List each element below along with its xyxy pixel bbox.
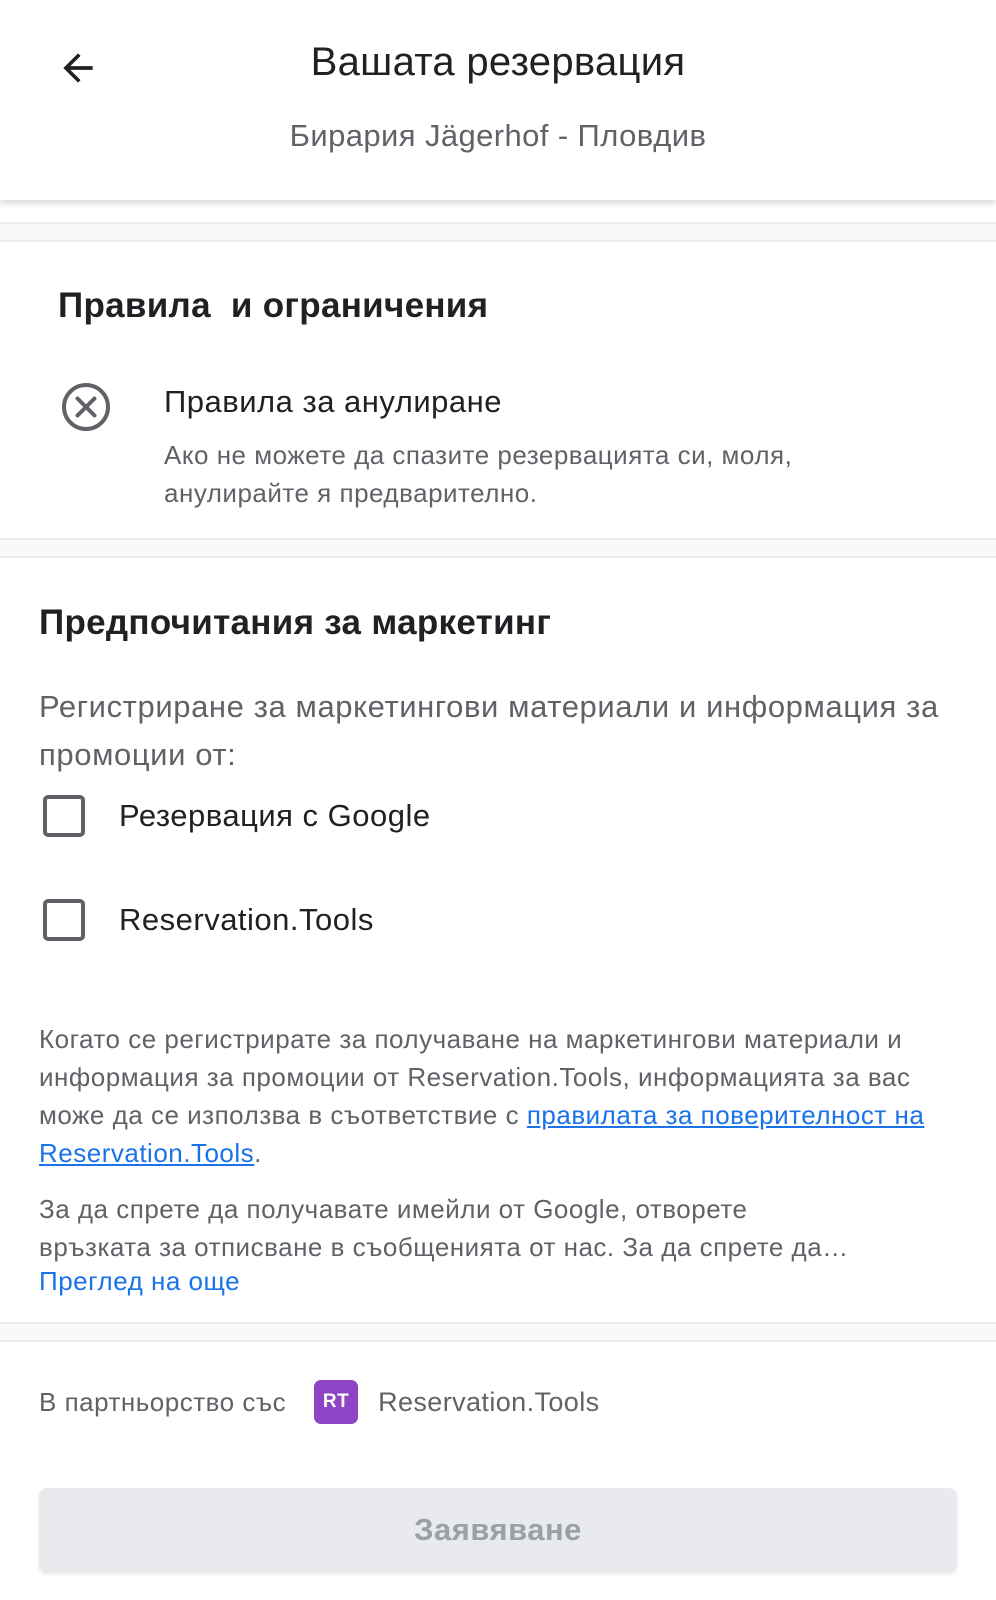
google-marketing-checkbox[interactable] <box>43 795 85 837</box>
privacy-notice: Когато се регистрирате за получаване на … <box>39 1020 959 1172</box>
reservation-tools-marketing-checkbox[interactable] <box>43 899 85 941</box>
unsubscribe-line-1: За да спрете да получавате имейли от Goo… <box>39 1194 748 1224</box>
page-title: Вашата резервация <box>310 40 686 84</box>
reservation-tools-marketing-option[interactable]: Reservation.Tools <box>39 892 374 948</box>
reservation-tools-marketing-label: Reservation.Tools <box>119 902 374 937</box>
unsubscribe-notice: За да спрете да получавате имейли от Goo… <box>39 1190 959 1266</box>
partner-label: В партньорство със <box>39 1386 287 1417</box>
cancellation-policy-title: Правила за анулиране <box>164 384 502 419</box>
partner-row: В партньорство със RT Reservation.Tools <box>39 1378 600 1426</box>
privacy-notice-end: . <box>254 1138 262 1168</box>
cancellation-policy-description: Ако не можете да спазите резервацията си… <box>164 440 793 508</box>
section-divider <box>0 222 996 242</box>
reservation-tools-logo: RT <box>314 1380 359 1424</box>
cancel-circle-icon <box>62 383 110 431</box>
google-marketing-option[interactable]: Резервация с Google <box>39 788 431 844</box>
marketing-heading: Предпочитания за маркетинг <box>39 603 552 642</box>
app-header: Вашата резервация Бирария Jägerhof - Пло… <box>0 0 996 200</box>
restaurant-name: Бирария Jägerhof - Пловдив <box>289 118 707 153</box>
unsubscribe-line-2: връзката за отписване в съобщенията от н… <box>39 1232 849 1262</box>
see-more-link[interactable]: Преглед на още <box>39 1266 240 1297</box>
partner-name: Reservation.Tools <box>378 1386 600 1417</box>
submit-button[interactable]: Заявяване <box>39 1488 957 1572</box>
marketing-intro: Регистриране за маркетингови материали и… <box>39 689 939 772</box>
section-divider <box>0 1322 996 1342</box>
section-divider <box>0 538 996 558</box>
google-marketing-label: Резервация с Google <box>119 798 431 833</box>
rules-heading: Правила и ограничения <box>58 286 489 325</box>
